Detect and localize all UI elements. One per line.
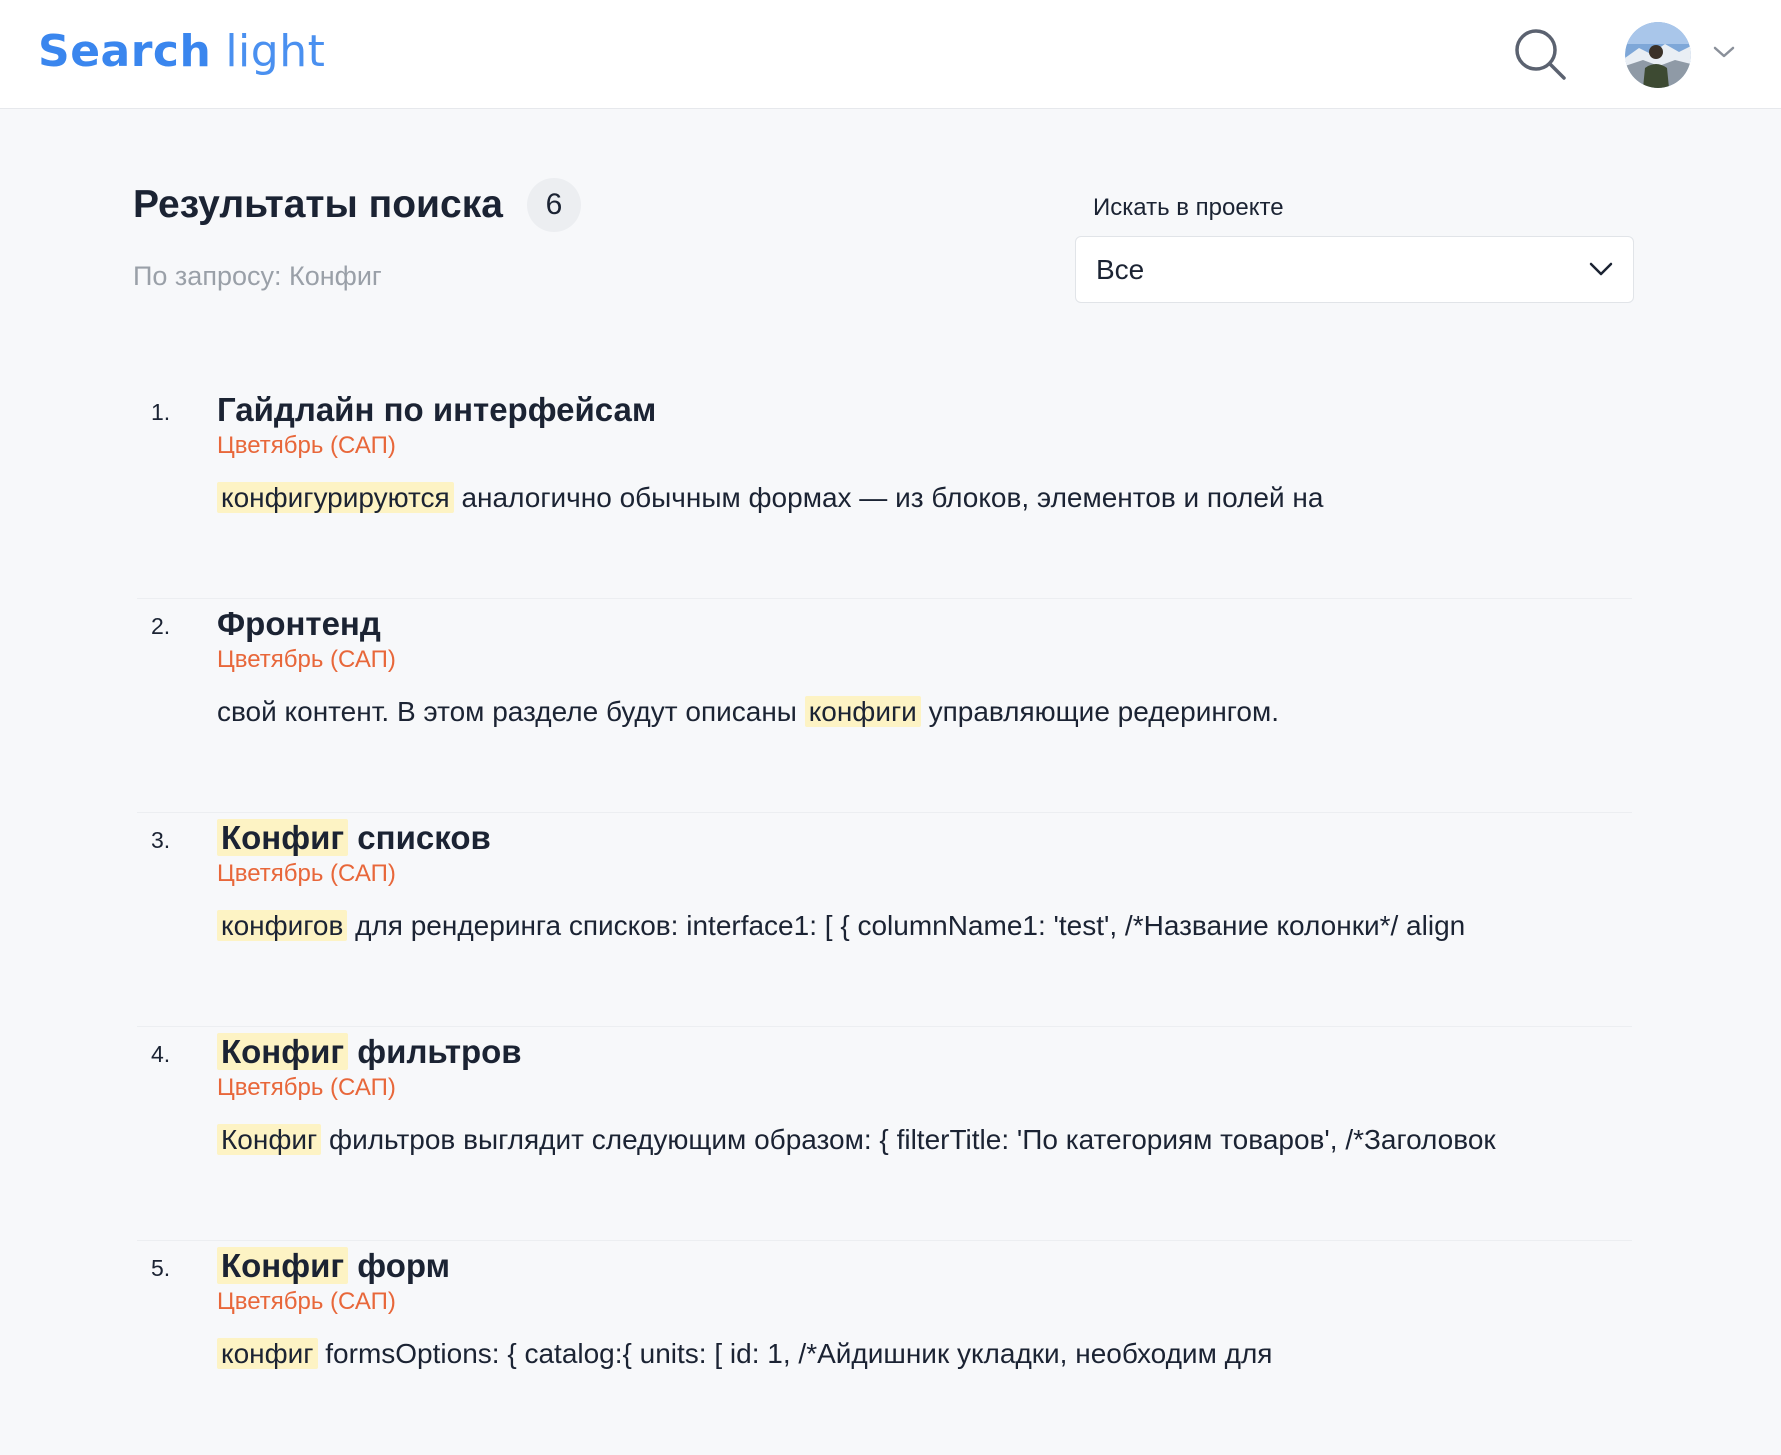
result-project: Цветябрь (САП) [217, 432, 396, 459]
list-item: 4. Конфиг фильтров Цветябрь (САП) Конфиг… [137, 1027, 1632, 1241]
project-filter-label: Искать в проекте [1093, 194, 1284, 221]
top-header: Search light [0, 0, 1781, 109]
result-title-text: списков [348, 819, 491, 856]
snippet-text: аналогично обычным формах — из блоков, э… [453, 482, 1324, 513]
app-logo[interactable]: Search light [38, 22, 325, 82]
results-count-badge: 6 [527, 178, 581, 232]
project-filter-select[interactable]: Все [1075, 236, 1634, 303]
snippet-text: фильтров выглядит следующим образом: { f… [321, 1124, 1496, 1155]
snippet-highlight: конфигурируются [217, 482, 454, 513]
snippet-highlight: Конфиг [217, 1124, 322, 1155]
list-item: 2. Фронтенд Цветябрь (САП) свой контент.… [137, 599, 1632, 813]
result-title-text: фильтров [348, 1033, 522, 1070]
result-title-link[interactable]: Конфиг форм [217, 1244, 450, 1288]
result-title-text: форм [348, 1247, 451, 1284]
snippet-highlight: конфигов [217, 910, 348, 941]
project-filter-value: Все [1096, 254, 1145, 285]
snippet-text: для рендеринга списков: interface1: [ { … [347, 910, 1466, 941]
result-project: Цветябрь (САП) [217, 646, 396, 673]
result-snippet: конфигов для рендеринга списков: interfa… [217, 906, 1465, 946]
list-item: 5. Конфиг форм Цветябрь (САП) конфиг for… [137, 1241, 1632, 1455]
result-snippet: конфиг formsOptions: { catalog:{ units: … [217, 1334, 1272, 1374]
user-menu[interactable] [1620, 20, 1770, 90]
search-query-text: По запросу: Конфиг [133, 261, 382, 291]
chevron-down-icon[interactable] [1712, 44, 1736, 60]
logo-bold-text: Search [38, 26, 212, 77]
result-number: 1. [151, 399, 171, 425]
result-title-text: Гайдлайн по интерфейсам [217, 391, 657, 428]
result-title-link[interactable]: Конфиг списков [217, 816, 491, 860]
search-icon[interactable] [1512, 26, 1568, 82]
result-snippet: Конфиг фильтров выглядит следующим образ… [217, 1120, 1496, 1160]
result-title-text: Фронтенд [217, 605, 381, 642]
result-snippet: свой контент. В этом разделе будут описа… [217, 692, 1279, 732]
result-snippet: конфигурируются аналогично обычным форма… [217, 478, 1323, 518]
result-project: Цветябрь (САП) [217, 860, 396, 887]
result-project: Цветябрь (САП) [217, 1074, 396, 1101]
result-project: Цветябрь (САП) [217, 1288, 396, 1315]
snippet-text: свой контент. В этом разделе будут описа… [217, 696, 805, 727]
result-number: 5. [151, 1255, 171, 1281]
avatar[interactable] [1625, 22, 1691, 88]
snippet-text: formsOptions: { catalog:{ units: [ id: 1… [317, 1338, 1273, 1369]
snippet-highlight: конфиги [804, 696, 921, 727]
snippet-text: управляющие редерингом. [920, 696, 1279, 727]
result-title-link[interactable]: Конфиг фильтров [217, 1030, 522, 1074]
list-item: 3. Конфиг списков Цветябрь (САП) конфиго… [137, 813, 1632, 1027]
result-title-link[interactable]: Гайдлайн по интерфейсам [217, 388, 656, 432]
chevron-down-icon [1589, 261, 1613, 277]
result-number: 4. [151, 1041, 171, 1067]
title-highlight: Конфиг [217, 819, 349, 856]
result-number: 3. [151, 827, 171, 853]
title-highlight: Конфиг [217, 1033, 349, 1070]
title-highlight: Конфиг [217, 1247, 349, 1284]
snippet-highlight: конфиг [217, 1338, 318, 1369]
logo-light-text: light [225, 26, 326, 77]
list-item: 1. Гайдлайн по интерфейсам Цветябрь (САП… [137, 385, 1632, 599]
result-title-link[interactable]: Фронтенд [217, 602, 381, 646]
page-title: Результаты поиска [133, 183, 503, 226]
result-number: 2. [151, 613, 171, 639]
